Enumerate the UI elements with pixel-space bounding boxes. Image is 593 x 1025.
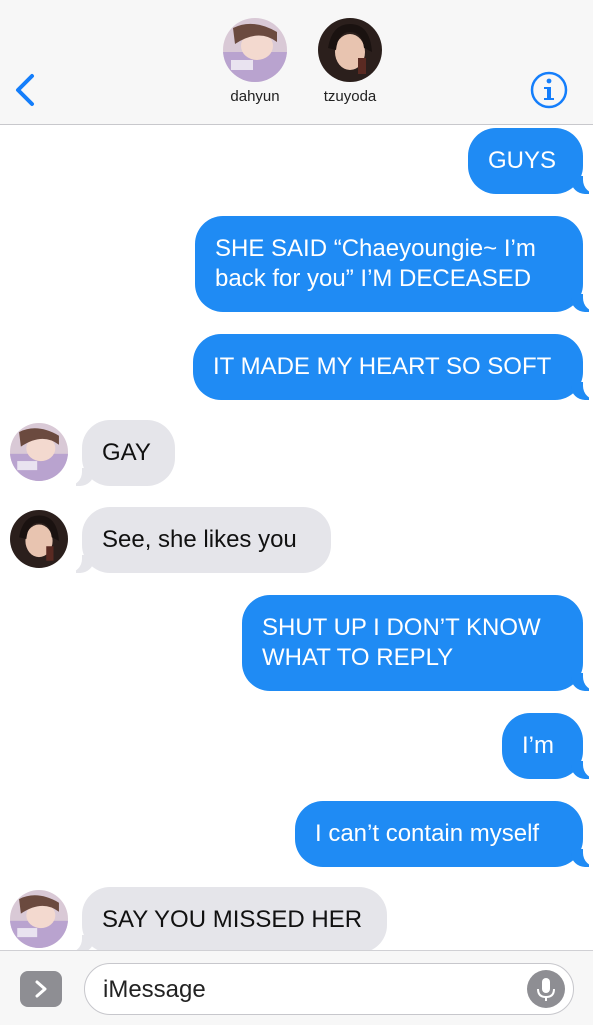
microphone-icon bbox=[537, 978, 555, 1001]
compose-bar: iMessage bbox=[0, 950, 593, 1025]
message-text: See, she likes you bbox=[102, 526, 297, 553]
message-text-line: WHAT TO REPLY bbox=[262, 644, 454, 671]
message-text-line: SHE SAID “Chaeyoungie~ I’m bbox=[215, 235, 536, 262]
message-bubble[interactable]: SHUT UP I DON’T KNOW WHAT TO REPLY bbox=[242, 595, 593, 691]
contact-name: tzuyoda bbox=[323, 88, 377, 105]
message-bubble[interactable]: GUYS bbox=[468, 128, 593, 194]
message-text-line: back for you” I’M DECEASED bbox=[215, 265, 532, 292]
message-text: I’m bbox=[522, 732, 554, 759]
expand-apps-button[interactable] bbox=[20, 971, 62, 1007]
message-text: GAY bbox=[102, 439, 151, 466]
message-text: IT MADE MY HEART SO SOFT bbox=[213, 353, 552, 380]
avatar bbox=[318, 18, 382, 82]
contact-name: dahyun bbox=[230, 88, 280, 105]
contact-tzuyoda[interactable]: tzuyoda bbox=[300, 18, 400, 105]
microphone-button[interactable] bbox=[527, 970, 565, 1008]
message-bubble[interactable]: I’m bbox=[502, 713, 593, 779]
message-bubble[interactable]: SAY YOU MISSED HER bbox=[66, 887, 387, 953]
message-bubble[interactable]: SHE SAID “Chaeyoungie~ I’m back for you”… bbox=[195, 216, 593, 312]
message-bubble[interactable]: GAY bbox=[66, 420, 175, 486]
message-bubble[interactable]: I can’t contain myself bbox=[295, 801, 593, 867]
message-input-placeholder: iMessage bbox=[103, 976, 206, 1003]
message-bubble[interactable]: IT MADE MY HEART SO SOFT bbox=[193, 334, 593, 400]
message-text: I can’t contain myself bbox=[315, 820, 540, 847]
message-thread[interactable]: GUYS SHE SAID “Chaeyoungie~ I’m back for… bbox=[0, 124, 593, 953]
chevron-right-icon bbox=[35, 980, 47, 998]
message-text: SAY YOU MISSED HER bbox=[102, 906, 363, 933]
contact-dahyun[interactable]: dahyun bbox=[205, 18, 305, 105]
conversation-header: dahyun tzuyoda bbox=[0, 0, 593, 125]
message-input[interactable]: iMessage bbox=[84, 963, 574, 1015]
avatar[interactable] bbox=[10, 890, 68, 948]
avatar[interactable] bbox=[10, 423, 68, 481]
chevron-left-icon[interactable] bbox=[12, 72, 38, 108]
avatar bbox=[223, 18, 287, 82]
message-text-line: SHUT UP I DON’T KNOW bbox=[262, 614, 541, 641]
message-text: GUYS bbox=[488, 147, 557, 174]
avatar[interactable] bbox=[10, 510, 68, 568]
message-bubble[interactable]: See, she likes you bbox=[66, 507, 331, 573]
info-icon[interactable] bbox=[529, 70, 569, 110]
